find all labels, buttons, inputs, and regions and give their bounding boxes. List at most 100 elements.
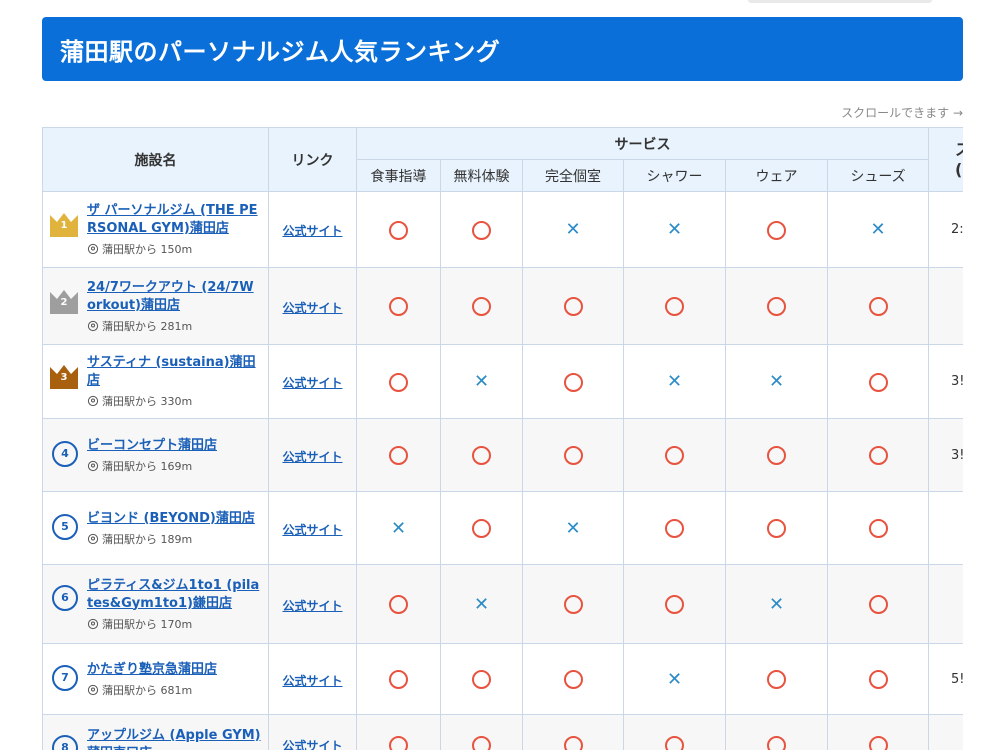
service-cell-1 [440,267,523,345]
service-cell-5 [827,344,929,419]
available-circle-icon [868,519,888,538]
available-circle-icon [472,297,491,316]
distance: 蒲田駅から 189m [87,531,262,547]
rank-number: 2 [60,296,68,308]
scroll-hint: スクロールできます → [841,106,963,120]
ranking-rows: 1 ザ パーソナルジム (THE PERSONAL GYM)蒲田店蒲田駅から 15… [42,191,963,750]
available-circle-icon [665,519,684,538]
table-row: 4 ビーコンセプト蒲田店蒲田駅から 169m 公式サイト 3! [42,418,963,492]
header-banner: 蒲田駅のパーソナルジム人気ランキング [42,17,963,81]
available-circle-icon [868,297,888,316]
rank-number: 8 [52,734,78,750]
rank-number: 5 [52,513,78,540]
table-row: 7 かたぎり塾京急蒲田店蒲田駅から 681m 公式サイト ✕ 5! [42,643,963,715]
service-cell-3 [623,491,726,565]
rank-number: 6 [52,584,78,611]
service-cell-4 [725,267,828,345]
distance: 蒲田駅から 169m [87,458,262,474]
service-cell-5: ✕ [827,191,929,268]
available-circle-icon [472,220,491,240]
gym-name-link[interactable]: アップルジム (Apple GYM)蒲田東口店 [87,727,262,750]
unavailable-cross-icon: ✕ [870,219,886,241]
ranking-table-scroll[interactable]: 施設名 リンク サービス ス ( 食事指導無料体験完全個室シャワーウェアシューズ… [42,127,963,750]
rank-badge: 2 [49,287,79,315]
available-circle-icon [767,446,786,465]
service-cell-4 [725,418,828,492]
distance-text: 蒲田駅から 281m [102,319,193,333]
top-strip [748,0,932,3]
table-row: 8 アップルジム (Apple GYM)蒲田東口店公式サイト [42,714,963,750]
extra-cell: 2: [928,191,963,268]
table-row: 2 24/7ワークアウト (24/7Workout)蒲田店蒲田駅から 281m 公式… [42,267,963,345]
service-cell-0 [356,564,441,644]
location-pin-icon [87,460,99,472]
gym-name-link[interactable]: ビヨンド (BEYOND)蒲田店 [87,510,262,528]
service-cell-0 [356,344,441,419]
available-circle-icon [868,670,888,689]
available-circle-icon [472,735,491,750]
official-site-link[interactable]: 公式サイト [282,523,342,537]
service-cell-4 [725,643,828,715]
facility-cell: 3 サスティナ (sustaina)蒲田店 蒲田駅から 330m [42,344,269,419]
available-circle-icon [665,735,684,750]
gym-name-link[interactable]: ビーコンセプト蒲田店 [87,437,262,455]
gym-name-link[interactable]: 24/7ワークアウト (24/7Workout)蒲田店 [87,279,262,315]
service-cell-3: ✕ [623,191,726,268]
official-site-link[interactable]: 公式サイト [282,739,342,750]
service-cell-1: ✕ [440,564,523,644]
official-site-link[interactable]: 公式サイト [282,599,342,613]
available-circle-icon [665,446,684,465]
distance-text: 蒲田駅から 189m [102,532,193,546]
gym-name-link[interactable]: ザ パーソナルジム (THE PERSONAL GYM)蒲田店 [87,202,262,238]
available-circle-icon [389,670,408,689]
gym-name-link[interactable]: かたぎり塾京急蒲田店 [87,661,262,679]
service-cell-4 [725,191,828,268]
facility-cell: 2 24/7ワークアウト (24/7Workout)蒲田店蒲田駅から 281m [42,267,269,345]
service-cell-3: ✕ [623,643,726,715]
service-cell-5 [827,418,929,492]
gym-name-link[interactable]: サスティナ (sustaina)蒲田店 [87,354,262,390]
official-site-link[interactable]: 公式サイト [282,376,342,390]
link-cell: 公式サイト [268,491,357,565]
official-site-link[interactable]: 公式サイト [282,674,342,688]
unavailable-cross-icon: ✕ [390,517,407,539]
available-circle-icon [472,670,491,689]
distance-text: 蒲田駅から 681m [102,683,193,697]
rank-badge: 1 [49,210,79,238]
distance-text: 蒲田駅から 150m [102,243,193,256]
header-extra-top: ス [955,140,963,159]
available-circle-icon [389,735,408,750]
unavailable-cross-icon: ✕ [565,517,581,539]
service-cell-0 [356,714,441,750]
location-pin-icon [87,684,99,696]
available-circle-icon [563,446,583,465]
service-cell-4 [725,714,828,750]
location-pin-icon [87,395,99,407]
link-cell: 公式サイト [268,564,357,644]
facility-cell: 4 ビーコンセプト蒲田店 蒲田駅から 169m [42,418,269,492]
extra-cell: 3! [928,344,963,419]
service-cell-3: ✕ [623,344,726,419]
unavailable-cross-icon: ✕ [666,668,683,690]
official-site-link[interactable]: 公式サイト [282,224,342,238]
service-cell-1 [440,191,523,268]
unavailable-cross-icon: ✕ [666,371,683,393]
available-circle-icon [563,297,583,316]
unavailable-cross-icon: ✕ [768,593,785,615]
unavailable-cross-icon: ✕ [565,219,581,241]
table-row: 6 ピラティス&ジム1to1 (pilates&Gym1to1)鎌田店 蒲田駅から … [42,564,963,644]
distance: 蒲田駅から 681m [87,682,262,698]
available-circle-icon [767,220,786,240]
facility-cell: 7 かたぎり塾京急蒲田店 蒲田駅から 681m [42,643,269,715]
facility-cell: 1 ザ パーソナルジム (THE PERSONAL GYM)蒲田店蒲田駅から 15… [42,191,269,268]
service-cell-3 [623,564,726,644]
extra-cell [928,714,963,750]
official-site-link[interactable]: 公式サイト [282,301,342,315]
gym-name-link[interactable]: ピラティス&ジム1to1 (pilates&Gym1to1)鎌田店 [87,577,262,613]
official-site-link[interactable]: 公式サイト [282,450,342,464]
service-cell-2 [522,714,624,750]
service-cell-0 [356,191,441,268]
service-cell-4 [725,491,828,565]
header-service-3: シャワー [623,159,726,192]
distance: 蒲田駅から 150m [87,241,262,257]
